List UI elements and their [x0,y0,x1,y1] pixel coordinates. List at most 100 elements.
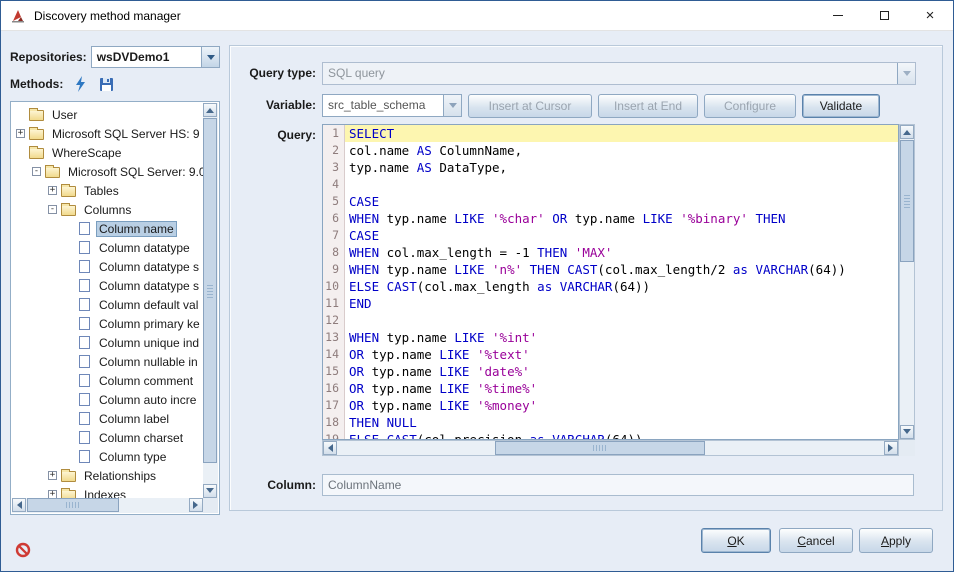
collapse-icon[interactable]: - [48,205,57,214]
tree-item-label: Relationships [81,468,159,484]
line-number: 10 [323,278,345,295]
scroll-up-button[interactable] [203,103,217,117]
code-line: 15OR typ.name LIKE 'date%' [323,363,898,380]
method-tree[interactable]: User+Microsoft SQL Server HS: 9WhereScap… [12,103,203,498]
save-method-button[interactable] [97,75,115,93]
methods-row: Methods: [10,71,220,97]
cancel-button[interactable]: Cancel [779,528,853,553]
tree-item-label: Column datatype s [96,259,202,275]
tree-vertical-scrollbar[interactable] [203,103,218,498]
tree-indent [64,338,73,347]
code-line: 5CASE [323,193,898,210]
folder-icon [61,471,76,482]
line-number: 17 [323,397,345,414]
folder-icon [61,205,76,216]
line-number: 19 [323,431,345,440]
tree-item[interactable]: Column default val [12,295,203,314]
document-icon [79,241,90,254]
sql-editor-content: 1SELECT2col.name AS ColumnName,3typ.name… [323,125,898,440]
tree-item[interactable]: Column nullable in [12,352,203,371]
tree-item-label: Column label [96,411,172,427]
scroll-right-button[interactable] [189,498,203,512]
tree-item[interactable]: Column type [12,447,203,466]
tree-item-label: User [49,107,80,123]
titlebar: Discovery method manager × [1,1,953,31]
line-number: 16 [323,380,345,397]
ok-button[interactable]: OK [701,528,771,553]
tree-item[interactable]: -Microsoft SQL Server: 9.0 - [12,162,203,181]
tree-item[interactable]: Column charset [12,428,203,447]
scrollbar-thumb[interactable] [203,118,217,463]
tree-item[interactable]: Column datatype [12,238,203,257]
document-icon [79,222,90,235]
tree-indent [64,262,73,271]
code-line: 9WHEN typ.name LIKE 'n%' THEN CAST(col.m… [323,261,898,278]
tree-item[interactable]: Column auto incre [12,390,203,409]
tree-item[interactable]: Column datatype s [12,276,203,295]
expand-icon[interactable]: + [16,129,25,138]
scrollbar-thumb[interactable] [900,140,914,262]
scroll-left-button[interactable] [323,441,337,455]
tree-item[interactable]: Column name [12,219,203,238]
lightning-icon [74,76,87,92]
tree-item[interactable]: + Relationships [12,466,203,485]
tree-item[interactable]: WhereScape [12,143,203,162]
close-button[interactable]: × [907,1,953,30]
repositories-combobox[interactable]: wsDVDemo1 [91,46,220,68]
scroll-down-button[interactable] [203,484,217,498]
scrollbar-thumb[interactable] [495,441,705,455]
variable-combobox[interactable]: src_table_schema [322,94,462,117]
tree-item[interactable]: +Tables [12,181,203,200]
dropdown-arrow-icon[interactable] [201,47,219,67]
scroll-down-button[interactable] [900,425,914,439]
line-number: 15 [323,363,345,380]
apply-button[interactable]: Apply [859,528,933,553]
tree-item[interactable]: Column datatype s [12,257,203,276]
editor-vertical-scrollbar[interactable] [899,124,915,440]
code-line: 14OR typ.name LIKE '%text' [323,346,898,363]
tree-item-label: Column comment [96,373,196,389]
code-line: 12 [323,312,898,329]
refresh-methods-button[interactable] [71,75,89,93]
close-icon: × [926,8,935,23]
scrollbar-thumb[interactable] [27,498,119,512]
tree-item-label: Columns [81,202,134,218]
tree-item-label: Column primary ke [96,316,203,332]
scroll-left-button[interactable] [12,498,26,512]
scroll-right-button[interactable] [884,441,898,455]
folder-icon [29,129,44,140]
tree-item[interactable]: User [12,105,203,124]
validate-button[interactable]: Validate [802,94,880,118]
sql-editor[interactable]: 1SELECT2col.name AS ColumnName,3typ.name… [322,124,899,440]
document-icon [79,298,90,311]
dropdown-arrow-icon[interactable] [443,95,461,116]
tree-item[interactable]: +Microsoft SQL Server HS: 9 [12,124,203,143]
tree-indent [64,414,73,423]
variable-value: src_table_schema [323,95,443,116]
column-field[interactable] [322,474,914,496]
minimize-button[interactable] [815,1,861,30]
tree-item[interactable]: Column comment [12,371,203,390]
scroll-up-button[interactable] [900,125,914,139]
editor-horizontal-scrollbar[interactable] [322,440,899,456]
code-line: 7CASE [323,227,898,244]
code-line: 16OR typ.name LIKE '%time%' [323,380,898,397]
expand-icon[interactable]: + [48,471,57,480]
repositories-label: Repositories: [10,50,87,64]
method-tree-panel: User+Microsoft SQL Server HS: 9WhereScap… [10,101,220,515]
tree-item[interactable]: Column label [12,409,203,428]
tree-item[interactable]: Column primary ke [12,314,203,333]
tree-indent [64,433,73,442]
tree-item-label: Column name [96,221,177,237]
tree-item[interactable]: - Columns [12,200,203,219]
collapse-icon[interactable]: - [32,167,41,176]
tree-indent [64,300,73,309]
expand-icon[interactable]: + [48,186,57,195]
expand-icon[interactable]: + [48,490,57,498]
tree-item[interactable]: Column unique ind [12,333,203,352]
line-number: 13 [323,329,345,346]
tree-horizontal-scrollbar[interactable] [12,498,203,513]
maximize-button[interactable] [861,1,907,30]
insert-at-cursor-button: Insert at Cursor [468,94,592,118]
tree-item[interactable]: +Indexes [12,485,203,498]
